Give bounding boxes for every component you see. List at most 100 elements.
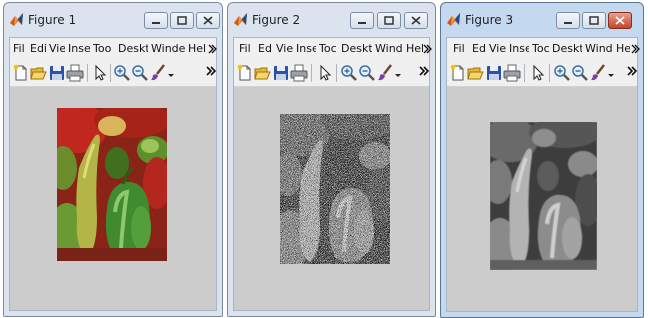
save-icon[interactable] — [48, 64, 66, 82]
menu-edit[interactable]: Ed — [258, 42, 272, 55]
figure-toolbar — [447, 60, 637, 87]
figure-canvas — [447, 87, 637, 311]
print-icon[interactable] — [503, 64, 521, 82]
figure-canvas — [10, 87, 216, 310]
menu-overflow-icon[interactable] — [208, 44, 217, 54]
close-icon — [615, 16, 625, 25]
figure-window-2[interactable]: Figure 2 Fil Ed Vie Inse Toc Deskt Wind … — [227, 2, 436, 317]
menu-edit[interactable]: Ed — [472, 42, 486, 55]
menu-tools[interactable]: Too — [93, 42, 115, 55]
menu-file[interactable]: Fil — [239, 42, 254, 55]
image-display — [280, 114, 390, 264]
minimize-button[interactable] — [350, 12, 374, 29]
image-display — [57, 108, 167, 261]
close-button[interactable] — [196, 12, 220, 29]
toolbar-overflow-icon[interactable] — [627, 66, 637, 76]
minimize-button[interactable] — [556, 12, 580, 29]
maximize-icon — [589, 16, 599, 25]
dropdown-arrow-icon[interactable] — [167, 64, 175, 82]
maximize-icon — [177, 16, 187, 25]
maximize-icon — [384, 16, 394, 25]
close-icon — [411, 16, 421, 25]
menu-insert[interactable]: Inse — [509, 42, 529, 55]
zoom-out-icon[interactable] — [358, 64, 376, 82]
window-title: Figure 2 — [252, 13, 301, 27]
menu-window[interactable]: Wind — [585, 42, 613, 55]
menu-overflow-icon[interactable] — [423, 44, 432, 54]
pointer-icon[interactable] — [315, 64, 333, 82]
new-figure-icon[interactable] — [12, 64, 30, 82]
minimize-icon — [564, 22, 572, 24]
dropdown-arrow-icon[interactable] — [394, 64, 402, 82]
menu-insert[interactable]: Inse — [68, 42, 90, 55]
menu-desktop[interactable]: Deskt — [552, 42, 582, 55]
title-bar[interactable]: Figure 3 — [441, 3, 643, 37]
menu-file[interactable]: Fil — [453, 42, 468, 55]
minimize-icon — [358, 22, 366, 24]
data-brush-icon[interactable] — [376, 64, 394, 82]
open-file-icon[interactable] — [467, 64, 485, 82]
data-brush-icon[interactable] — [589, 64, 607, 82]
menu-overflow-icon[interactable] — [631, 44, 640, 54]
figure-client-area: Fil Edi Vie Inse Too Deskt Winde Hel — [9, 37, 217, 311]
menu-help[interactable]: Hel — [188, 42, 205, 55]
maximize-button[interactable] — [582, 12, 606, 29]
menu-view[interactable]: Vie — [276, 42, 293, 55]
menu-help[interactable]: He — [616, 42, 630, 55]
toolbar-separator — [549, 64, 550, 82]
minimize-button[interactable] — [144, 12, 168, 29]
window-title: Figure 1 — [28, 13, 77, 27]
menu-bar: Fil Edi Vie Inse Too Deskt Winde Hel — [10, 38, 217, 60]
figure-window-1[interactable]: Figure 1 Fil Edi Vie Inse Too Deskt Wind… — [3, 2, 223, 317]
menu-window[interactable]: Winde — [151, 42, 185, 55]
menu-desktop[interactable]: Deskt — [118, 42, 148, 55]
menu-view[interactable]: Vie — [489, 42, 506, 55]
menu-tools[interactable]: Toc — [532, 42, 549, 55]
menu-desktop[interactable]: Deskt — [341, 42, 372, 55]
matlab-icon — [10, 13, 23, 26]
figure-client-area: Fil Ed Vie Inse Toc Deskt Wind Hel — [233, 37, 432, 311]
figure-window-3[interactable]: Figure 3 Fil Ed Vie Inse Toc Deskt Wind … — [440, 2, 644, 318]
menu-edit[interactable]: Edi — [30, 42, 46, 55]
close-button[interactable] — [608, 12, 632, 29]
title-bar[interactable]: Figure 2 — [228, 3, 435, 37]
zoom-in-icon[interactable] — [553, 64, 571, 82]
maximize-button[interactable] — [170, 12, 194, 29]
toolbar-separator — [87, 64, 88, 82]
minimize-icon — [152, 22, 160, 24]
zoom-in-icon[interactable] — [113, 64, 131, 82]
zoom-out-icon[interactable] — [571, 64, 589, 82]
image-display — [490, 122, 597, 270]
menu-window[interactable]: Wind — [375, 42, 403, 55]
menu-help[interactable]: Hel — [406, 42, 423, 55]
new-figure-icon[interactable] — [449, 64, 467, 82]
toolbar-overflow-icon[interactable] — [206, 66, 216, 76]
pointer-icon[interactable] — [528, 64, 546, 82]
menu-insert[interactable]: Inse — [296, 42, 316, 55]
dropdown-arrow-icon[interactable] — [607, 64, 615, 82]
print-icon[interactable] — [66, 64, 84, 82]
save-icon[interactable] — [485, 64, 503, 82]
close-button[interactable] — [404, 12, 428, 29]
window-title: Figure 3 — [465, 13, 514, 27]
open-file-icon[interactable] — [30, 64, 48, 82]
matlab-icon — [447, 13, 460, 26]
menu-view[interactable]: Vie — [49, 42, 65, 55]
pointer-icon[interactable] — [90, 64, 108, 82]
menu-file[interactable]: Fil — [13, 42, 27, 55]
toolbar-separator — [110, 64, 111, 82]
toolbar-separator — [311, 64, 312, 82]
data-brush-icon[interactable] — [149, 64, 167, 82]
maximize-button[interactable] — [377, 12, 401, 29]
save-icon[interactable] — [272, 64, 290, 82]
zoom-in-icon[interactable] — [340, 64, 358, 82]
toolbar-overflow-icon[interactable] — [419, 66, 429, 76]
menu-tools[interactable]: Toc — [319, 42, 338, 55]
zoom-out-icon[interactable] — [131, 64, 149, 82]
title-bar[interactable]: Figure 1 — [4, 3, 222, 37]
figure-toolbar — [10, 60, 216, 87]
open-file-icon[interactable] — [254, 64, 272, 82]
new-figure-icon[interactable] — [236, 64, 254, 82]
print-icon[interactable] — [290, 64, 308, 82]
figure-toolbar — [234, 60, 429, 87]
